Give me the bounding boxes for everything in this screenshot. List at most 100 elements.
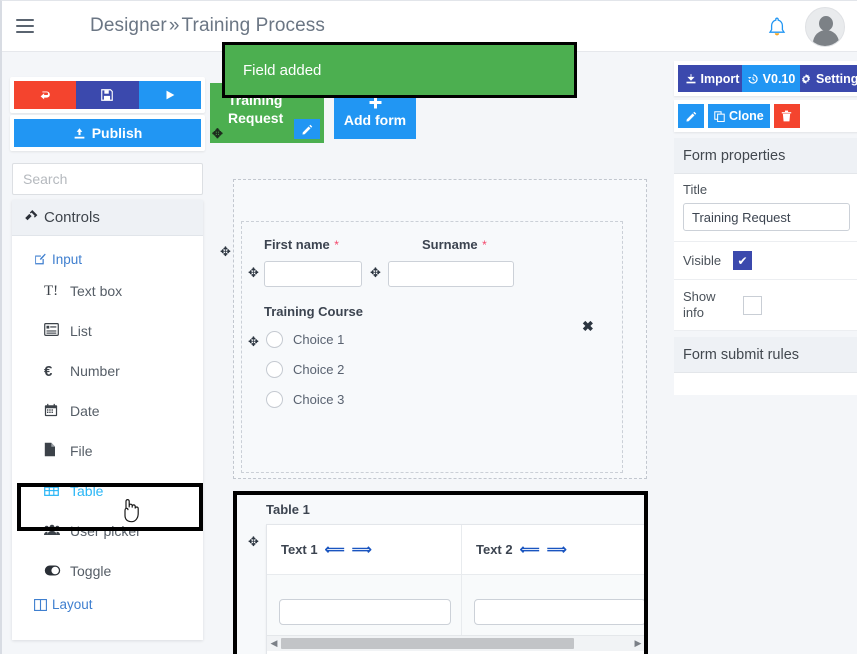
form-submit-rules-body bbox=[674, 373, 857, 395]
controls-panel: Controls Input T! Text box List € Number… bbox=[12, 200, 203, 640]
control-group-input[interactable]: Input bbox=[12, 248, 203, 271]
control-item-toggle[interactable]: Toggle bbox=[12, 551, 203, 591]
checkmark-icon: ✔ bbox=[737, 253, 748, 268]
form-submit-rules-header[interactable]: Form submit rules bbox=[674, 337, 857, 373]
list-icon bbox=[44, 323, 70, 339]
arrow-right-icon[interactable]: ⟹ bbox=[352, 541, 372, 558]
version-button[interactable]: V0.10 bbox=[742, 65, 800, 92]
table-widget-region[interactable]: Table 1 ✥ Text 1 ⟸ ⟹ Text 2 ⟸ ⟹ ◀ ▶ bbox=[237, 495, 646, 654]
radio-option-1[interactable]: Choice 1 bbox=[266, 331, 344, 348]
control-item-file[interactable]: File bbox=[12, 431, 203, 471]
avatar[interactable] bbox=[805, 6, 845, 47]
move-cross-icon[interactable]: ✥ bbox=[220, 244, 231, 260]
version-bar-wrapper: Import V0.10 Settings bbox=[674, 61, 857, 96]
first-name-input[interactable] bbox=[264, 261, 362, 287]
control-item-user-picker[interactable]: User picker bbox=[12, 511, 203, 551]
settings-label: Settings bbox=[816, 71, 857, 86]
radio-circle-icon[interactable] bbox=[266, 331, 283, 348]
toggle-icon bbox=[44, 563, 70, 579]
table-column-header-2[interactable]: Text 2 ⟸ ⟹ bbox=[462, 525, 645, 574]
table-cell-input-1[interactable] bbox=[279, 599, 451, 625]
form-properties-body: Title Visible ✔ Show info bbox=[674, 174, 857, 331]
table-cell-input-2[interactable] bbox=[474, 599, 645, 625]
field-label-text: First name bbox=[264, 237, 330, 252]
copy-icon bbox=[714, 110, 725, 122]
edit-form-button[interactable] bbox=[678, 104, 704, 128]
move-cross-icon[interactable]: ✥ bbox=[248, 334, 259, 350]
table-column-header-1[interactable]: Text 1 ⟸ ⟹ bbox=[267, 525, 462, 574]
breadcrumb-separator: » bbox=[168, 15, 180, 36]
control-item-date[interactable]: Date bbox=[12, 391, 203, 431]
radio-option-3[interactable]: Choice 3 bbox=[266, 391, 344, 408]
action-bar: Clone bbox=[674, 100, 857, 132]
visible-label: Visible bbox=[683, 253, 722, 268]
control-group-layout-label: Layout bbox=[52, 597, 93, 612]
control-item-table[interactable]: Table bbox=[12, 471, 203, 511]
left-toolbar-column: Publish bbox=[10, 77, 228, 195]
radio-circle-icon[interactable] bbox=[266, 391, 283, 408]
pencil-icon bbox=[685, 111, 696, 122]
table-horizontal-scrollbar[interactable]: ◀ ▶ bbox=[267, 635, 645, 651]
control-item-list[interactable]: List bbox=[12, 311, 203, 351]
hamburger-icon[interactable] bbox=[16, 19, 34, 33]
clone-form-button[interactable]: Clone bbox=[708, 104, 770, 128]
field-label-surname: Surname * bbox=[422, 236, 487, 254]
controls-list: Input T! Text box List € Number Date Fil… bbox=[12, 236, 203, 616]
publish-button[interactable]: Publish bbox=[14, 119, 201, 147]
visible-checkbox[interactable]: ✔ bbox=[733, 251, 753, 270]
form-tab-edit-button[interactable] bbox=[294, 119, 320, 139]
control-item-label: Toggle bbox=[70, 563, 112, 579]
publish-label: Publish bbox=[91, 125, 143, 141]
move-cross-icon[interactable]: ✥ bbox=[248, 534, 259, 550]
run-button[interactable] bbox=[138, 81, 201, 109]
radio-circle-icon[interactable] bbox=[266, 361, 283, 378]
radio-option-2[interactable]: Choice 2 bbox=[266, 361, 344, 378]
search-box[interactable] bbox=[12, 163, 228, 195]
move-cross-icon[interactable]: ✥ bbox=[370, 265, 381, 281]
delete-form-button[interactable] bbox=[773, 104, 800, 128]
show-info-checkbox[interactable] bbox=[743, 295, 762, 315]
search-wrapper bbox=[10, 157, 228, 195]
settings-button[interactable]: Settings bbox=[800, 65, 857, 92]
control-item-label: Table bbox=[70, 483, 104, 499]
table-title: Table 1 bbox=[266, 502, 310, 517]
toast-notification: Field added bbox=[222, 42, 577, 98]
back-button[interactable] bbox=[14, 81, 77, 109]
control-item-label: Date bbox=[70, 403, 100, 419]
title-label: Title bbox=[683, 182, 708, 197]
table-card: Text 1 ⟸ ⟹ Text 2 ⟸ ⟹ ◀ ▶ bbox=[266, 524, 646, 654]
close-x-icon[interactable]: ✖ bbox=[582, 318, 594, 335]
add-form-label: Add form bbox=[343, 111, 407, 128]
arrow-left-icon[interactable]: ⟸ bbox=[325, 541, 345, 558]
table-cell-1 bbox=[267, 575, 462, 635]
property-row-visible: Visible ✔ bbox=[674, 242, 857, 280]
scrollbar-thumb[interactable] bbox=[281, 638, 574, 649]
control-item-number[interactable]: € Number bbox=[12, 351, 203, 391]
move-cross-icon[interactable]: ✥ bbox=[248, 265, 259, 281]
avatar-head-shape bbox=[819, 15, 833, 31]
form-title-input[interactable] bbox=[683, 203, 850, 231]
breadcrumb-root[interactable]: Designer bbox=[90, 15, 167, 36]
clone-label: Clone bbox=[729, 109, 764, 123]
scroll-right-arrow[interactable]: ▶ bbox=[631, 638, 645, 649]
table-icon bbox=[44, 483, 70, 499]
control-item-text-box[interactable]: T! Text box bbox=[12, 271, 203, 311]
move-cross-icon[interactable]: ✥ bbox=[212, 125, 223, 143]
table-column-label: Text 2 bbox=[476, 542, 513, 557]
arrow-left-icon[interactable]: ⟸ bbox=[520, 541, 540, 558]
required-marker: * bbox=[334, 238, 339, 252]
scroll-left-arrow[interactable]: ◀ bbox=[267, 638, 281, 649]
save-button[interactable] bbox=[76, 81, 139, 109]
control-item-label: File bbox=[70, 443, 93, 459]
editor-action-buttons bbox=[10, 77, 205, 113]
search-input[interactable] bbox=[13, 171, 214, 187]
import-button[interactable]: Import bbox=[678, 65, 742, 92]
form-field-group[interactable]: ✥ First name * Surname * ✥ ✥ Training Co… bbox=[220, 221, 623, 473]
notification-bell-icon[interactable] bbox=[767, 16, 787, 38]
trash-icon bbox=[782, 110, 792, 122]
control-group-layout[interactable]: Layout bbox=[12, 591, 203, 616]
arrow-right-icon[interactable]: ⟹ bbox=[547, 541, 567, 558]
gear-icon bbox=[802, 73, 810, 84]
required-marker: * bbox=[482, 238, 487, 252]
surname-input[interactable] bbox=[388, 261, 514, 287]
